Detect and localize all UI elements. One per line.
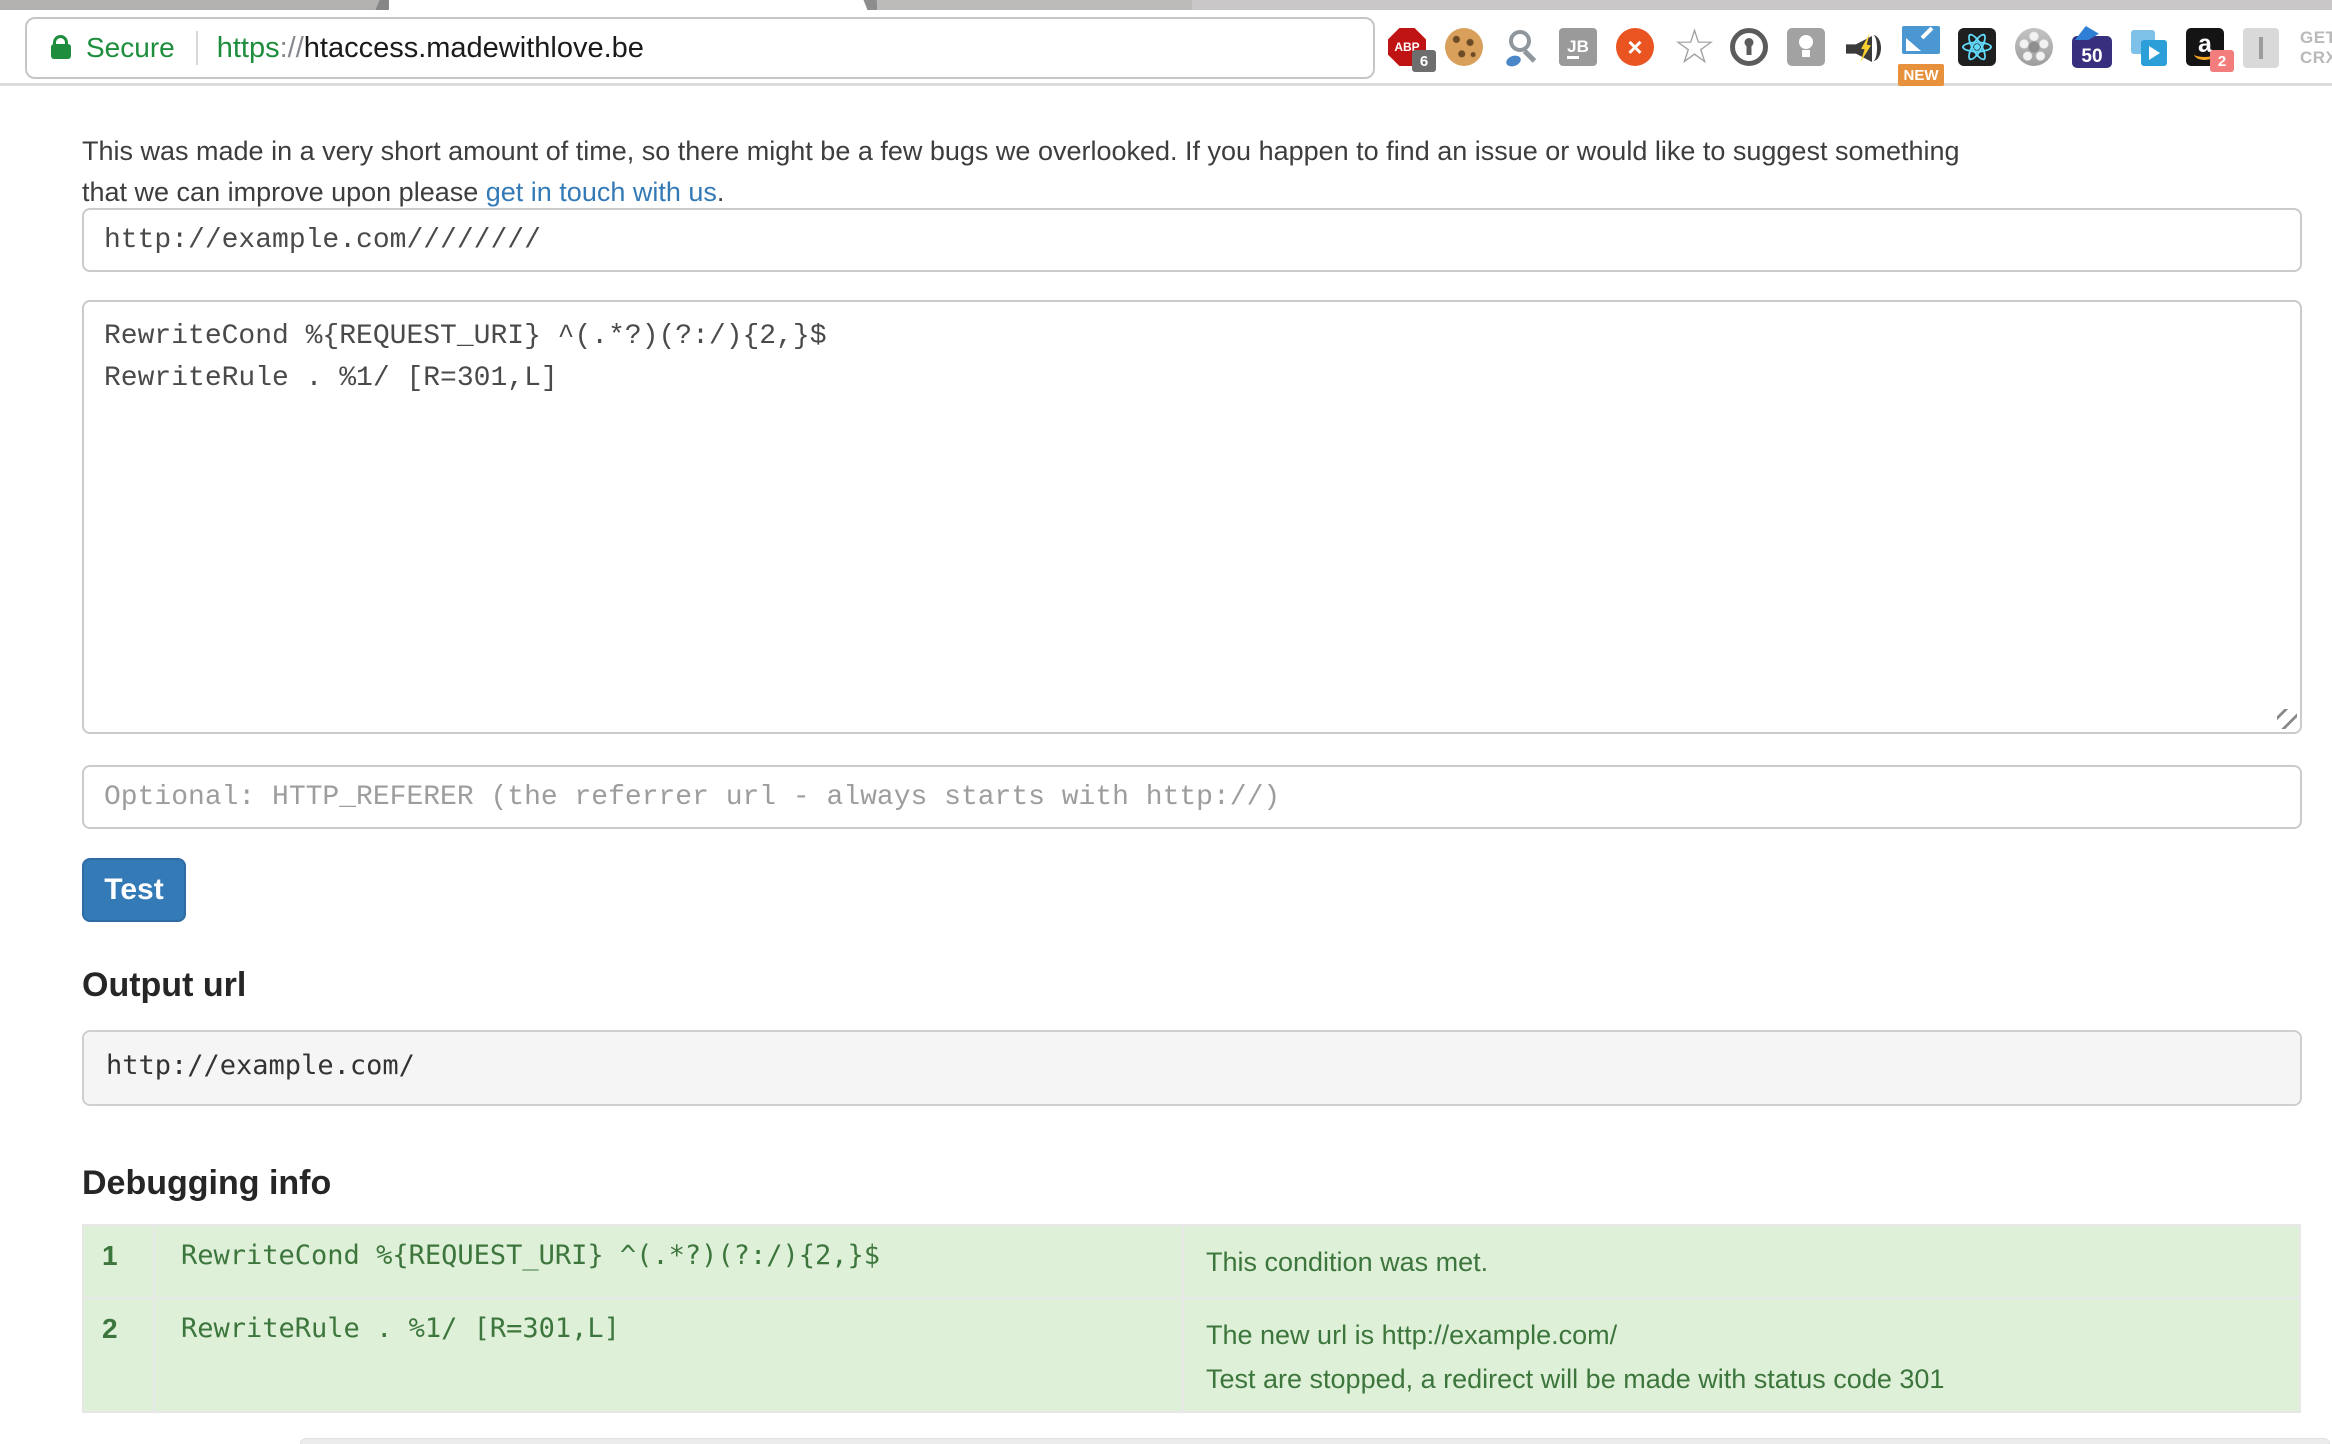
inactive-tab-right[interactable] [877,0,1192,10]
lightbulb-keep-icon[interactable] [1787,28,1827,68]
address-divider [196,31,198,65]
output-url-heading: Output url [82,966,246,1005]
amazon-badge: 2 [2210,50,2234,72]
page-url-input[interactable] [82,208,2302,272]
speaker-mute-icon[interactable] [1844,28,1884,68]
result-message-cell: This condition was met. [1183,1225,2300,1298]
intro-line1: This was made in a very short amount of … [82,136,1960,166]
tab-strip [0,0,2332,10]
intro-line2-after: . [717,177,725,207]
screenshot-new-icon[interactable]: NEW [1901,28,1941,68]
rule-code-cell: RewriteCond %{REQUEST_URI} ^(.*?)(?:/){2… [154,1225,1183,1298]
url-host: htaccess.madewithlove.be [304,32,644,64]
adblock-badge: 6 [1412,50,1436,72]
secure-label: Secure [86,32,175,64]
intro-line2-before: that we can improve upon please [82,177,486,207]
fifty-badge-icon[interactable]: 50 [2072,28,2112,68]
result-message-line: This condition was met. [1206,1240,2299,1284]
mouse-shape [1505,54,1523,69]
adblock-plus-icon[interactable]: ABP 6 [1388,28,1428,68]
rule-code-cell: RewriteRule . %1/ [R=301,L] [154,1298,1183,1412]
star-icon[interactable]: ☆ [1673,28,1713,68]
search-mouse-icon[interactable] [1502,28,1542,68]
share-pages-icon[interactable] [2129,28,2169,68]
url-separator: :// [280,32,304,64]
cookie-icon[interactable] [1445,28,1485,68]
inactive-tab-left[interactable] [0,0,386,10]
new-badge: NEW [1898,64,1944,86]
test-button[interactable]: Test [82,858,186,922]
lightning-bolt [1856,32,1874,64]
line-number-cell: 2 [83,1298,154,1412]
active-tab[interactable] [389,0,867,10]
extension-icons-row: ABP 6 JB ☆ NEW 50 a 2 [1388,17,2332,79]
debugging-heading: Debugging info [82,1164,331,1203]
debug-table: 1 RewriteCond %{REQUEST_URI} ^(.*?)(?:/)… [82,1224,2301,1413]
debug-row: 1 RewriteCond %{REQUEST_URI} ^(.*?)(?:/)… [83,1225,2300,1298]
disabled-extension-icon[interactable] [2243,28,2283,68]
amazon-icon[interactable]: a 2 [2186,28,2226,68]
url-text[interactable]: https://htaccess.madewithlove.be [217,32,644,65]
result-message-line: The new url is http://example.com/ [1206,1313,2299,1357]
film-reel-icon[interactable] [2015,28,2055,68]
referrer-input[interactable] [82,765,2302,829]
onepassword-keyhole-icon[interactable] [1730,28,1770,68]
result-message-line: Test are stopped, a redirect will be mad… [1206,1357,2299,1401]
url-scheme: https [217,32,280,64]
intro-paragraph: This was made in a very short amount of … [82,131,2322,213]
get-crx-button[interactable]: GET CRX [2300,28,2332,68]
debug-row: 2 RewriteRule . %1/ [R=301,L] The new ur… [83,1298,2300,1412]
browser-toolbar: Secure https://htaccess.madewithlove.be … [0,10,2332,86]
lock-icon[interactable] [51,44,71,59]
htaccess-textarea[interactable]: RewriteCond %{REQUEST_URI} ^(.*?)(?:/){2… [82,300,2302,734]
output-url-value: http://example.com/ [82,1030,2302,1106]
result-message-cell: The new url is http://example.com/ Test … [1183,1298,2300,1412]
address-bar[interactable]: Secure https://htaccess.madewithlove.be [25,17,1375,79]
bottom-partial-element [300,1438,2330,1444]
react-devtools-icon[interactable] [1958,28,1998,68]
ubuntu-icon[interactable] [1616,28,1656,68]
line-number-cell: 1 [83,1225,154,1298]
get-in-touch-link[interactable]: get in touch with us [486,177,717,207]
jetbrains-icon[interactable]: JB [1559,28,1599,68]
htaccess-textarea-wrap: RewriteCond %{REQUEST_URI} ^(.*?)(?:/){2… [82,300,2302,734]
